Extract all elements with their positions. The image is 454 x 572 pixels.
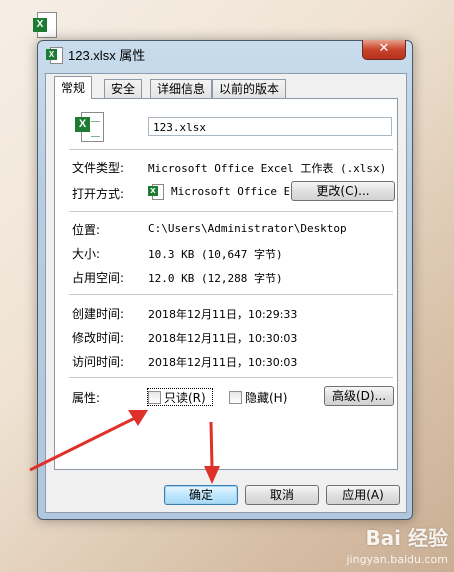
arrow-line — [29, 416, 136, 472]
arrow-head — [128, 410, 148, 426]
watermark-url: jingyan.baidu.com — [346, 553, 448, 566]
arrow-to-ok — [204, 421, 220, 484]
tab-general[interactable]: 常规 — [54, 76, 93, 99]
arrow-to-readonly — [29, 410, 148, 472]
arrow-head — [204, 466, 220, 484]
watermark-logo: Bai 经验 — [365, 526, 448, 550]
baidu-watermark: Bai 经验 jingyan.baidu.com — [346, 522, 448, 566]
arrow-line — [209, 421, 214, 469]
